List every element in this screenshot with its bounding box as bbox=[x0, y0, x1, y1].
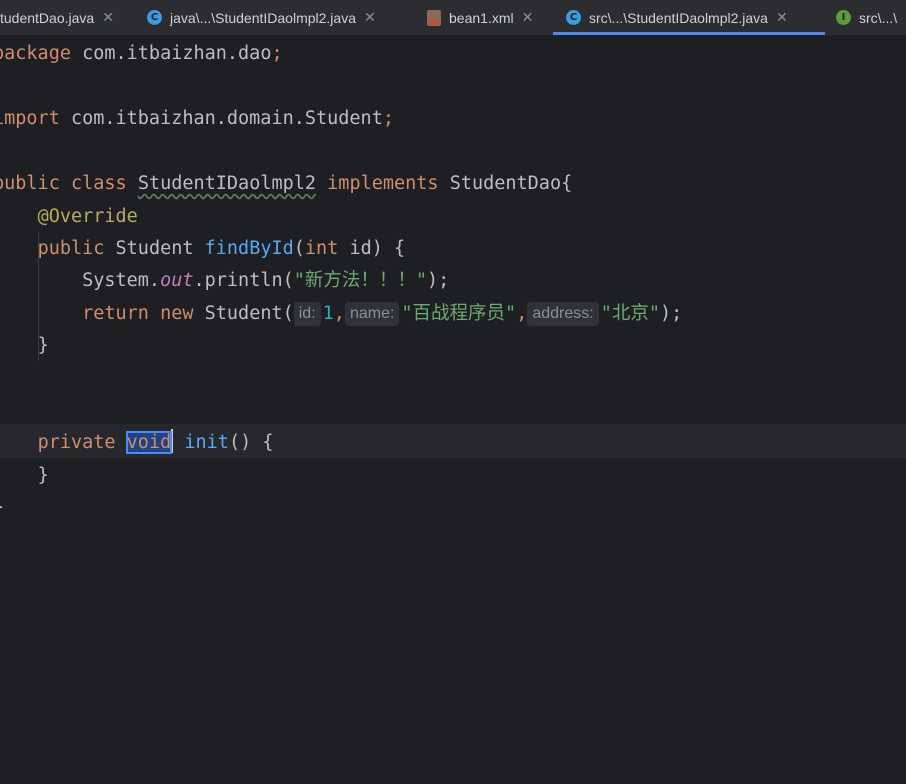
code-line-annotation: @Override bbox=[37, 206, 138, 227]
interface-i-icon: I bbox=[836, 10, 851, 25]
code-line-close-init: } bbox=[37, 465, 49, 486]
tab-label: java\...\StudentIDaolmpl2.java bbox=[170, 9, 356, 26]
tab-src-studentidaolmpl2[interactable]: C src\...\StudentIDaolmpl2.java ✕ bbox=[553, 0, 825, 35]
tab-src-interface[interactable]: I src\...\ bbox=[836, 0, 906, 35]
selected-text[interactable]: void bbox=[125, 431, 173, 454]
tab-label: tudentDao.java bbox=[0, 9, 95, 26]
code-line-println: System.out.println("新方法！！！"); bbox=[82, 270, 450, 291]
close-icon[interactable]: ✕ bbox=[776, 9, 788, 26]
code-line-package: package com.itbaizhan.dao; bbox=[0, 43, 283, 64]
tab-java-studentidaolmpl2[interactable]: C java\...\StudentIDaolmpl2.java ✕ bbox=[147, 0, 412, 35]
tab-label: src\...\StudentIDaolmpl2.java bbox=[589, 9, 768, 26]
param-hint-name: name: bbox=[344, 302, 400, 326]
tab-label: src\...\ bbox=[859, 9, 898, 26]
code-line-return: return new Student(id: 1, name: "百战程序员", add… bbox=[82, 302, 683, 326]
param-hint-address: address: bbox=[527, 302, 599, 326]
code-line-method-decl: public Student findById(int id) { bbox=[37, 238, 406, 259]
close-icon[interactable]: ✕ bbox=[102, 9, 114, 26]
xml-file-icon bbox=[427, 9, 441, 26]
code-line-init: private void init() { bbox=[0, 427, 274, 459]
tab-studentdao[interactable]: tudentDao.java ✕ bbox=[0, 0, 140, 35]
code-line-close-class: } bbox=[0, 492, 4, 524]
tab-bean1-xml[interactable]: bean1.xml ✕ bbox=[427, 0, 552, 35]
close-icon[interactable]: ✕ bbox=[364, 9, 376, 26]
code-line-close-method: } bbox=[37, 335, 49, 356]
code-text: package com.itbaizhan.dao; import com.it… bbox=[0, 36, 682, 784]
code-editor[interactable]: package com.itbaizhan.dao; import com.it… bbox=[0, 36, 906, 550]
editor-tab-bar: tudentDao.java ✕ C java\...\StudentIDaol… bbox=[0, 0, 906, 36]
tab-label: bean1.xml bbox=[449, 9, 514, 26]
code-line-import: import com.itbaizhan.domain.Student; bbox=[0, 108, 394, 129]
close-icon[interactable]: ✕ bbox=[522, 9, 534, 26]
param-hint-id: id: bbox=[293, 302, 321, 326]
class-c-icon: C bbox=[566, 10, 581, 25]
class-c-icon: C bbox=[147, 10, 162, 25]
text-caret bbox=[171, 429, 174, 453]
code-line-class-decl: public class StudentIDaolmpl2 implements… bbox=[0, 173, 573, 194]
